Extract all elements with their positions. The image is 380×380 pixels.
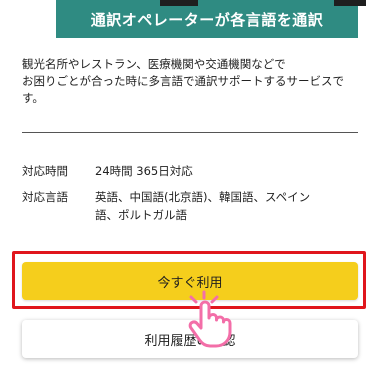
supported-languages-line-2: 語、ポルトガル語 xyxy=(95,208,187,222)
service-description: 観光名所やレストラン、医療機関や交通機関などで お困りごとが合った時に多言語で通… xyxy=(22,56,360,107)
supported-languages-line-1: 英語、中国語(北京語)、韓国語、スペイン xyxy=(95,190,311,204)
service-banner: 通訳オペレーターが各言語を通訳 xyxy=(56,0,366,38)
use-now-button-label: 今すぐ利用 xyxy=(157,275,223,291)
hand-pointer-icon xyxy=(188,290,232,348)
banner-dark-stripe-right xyxy=(334,0,366,6)
service-hours-value: 24時間 365日対応 xyxy=(95,164,193,178)
supported-languages-label: 対応言語 xyxy=(22,190,68,204)
service-hours-label: 対応時間 xyxy=(22,164,68,178)
banner-dark-stripe-left xyxy=(160,0,198,6)
banner-title: 通訳オペレーターが各言語を通訳 xyxy=(90,10,324,29)
section-divider xyxy=(22,132,358,133)
service-hours-row: 対応時間 24時間 365日対応 xyxy=(22,162,358,180)
description-line-1: 観光名所やレストラン、医療機関や交通機関などで xyxy=(22,57,286,71)
supported-languages-value: 英語、中国語(北京語)、韓国語、スペイン 語、ポルトガル語 xyxy=(95,188,358,224)
description-line-3: す。 xyxy=(22,91,44,105)
description-line-2: お困りごとが合った時に多言語で通訳サポートするサービスで xyxy=(22,74,344,88)
supported-languages-row: 対応言語 英語、中国語(北京語)、韓国語、スペイン 語、ポルトガル語 xyxy=(22,188,358,224)
service-detail-page: 通訳オペレーターが各言語を通訳 観光名所やレストラン、医療機関や交通機関などで … xyxy=(0,0,380,380)
